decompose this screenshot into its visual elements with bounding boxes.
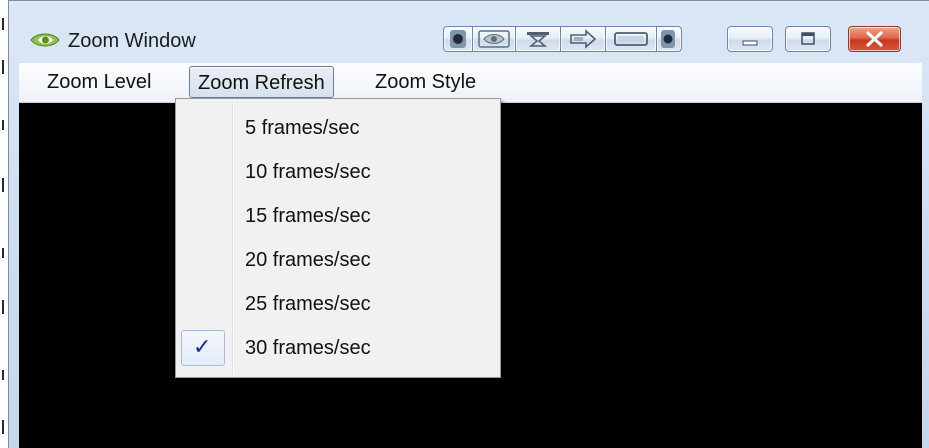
menu-zoom-refresh[interactable]: Zoom Refresh (189, 66, 334, 98)
screen: Zoom Window Zoom Level Zoom Refresh Zoom… (0, 0, 929, 448)
menu-option-25fps[interactable]: 25 frames/sec (178, 283, 498, 325)
menu-option-20fps[interactable]: 20 frames/sec (178, 239, 498, 281)
maximize-button[interactable] (785, 26, 831, 52)
checkmark-highlight: ✓ (181, 330, 225, 366)
window-frame-button[interactable] (605, 26, 657, 52)
zoom-refresh-dropdown: 5 frames/sec 10 frames/sec 15 frames/sec… (175, 98, 501, 378)
dot-button[interactable] (656, 26, 682, 52)
export-button[interactable] (560, 26, 606, 52)
menu-option-label: 5 frames/sec (245, 117, 360, 139)
desktop-edge (0, 0, 8, 448)
eye-button[interactable] (472, 26, 516, 52)
menu-option-label: 30 frames/sec (245, 337, 371, 359)
menu-option-30fps[interactable]: ✓ 30 frames/sec (178, 327, 498, 369)
window-title: Zoom Window (68, 30, 196, 52)
menu-option-label: 15 frames/sec (245, 205, 371, 227)
checkmark-icon: ✓ (193, 335, 212, 360)
menu-option-15fps[interactable]: 15 frames/sec (178, 195, 498, 237)
nvidia-eye-icon[interactable] (29, 29, 61, 51)
menu-option-label: 25 frames/sec (245, 293, 371, 315)
menu-zoom-style[interactable]: Zoom Style (367, 66, 484, 98)
menu-option-label: 20 frames/sec (245, 249, 371, 271)
menu-zoom-level[interactable]: Zoom Level (39, 66, 160, 98)
minimize-button[interactable] (727, 26, 773, 52)
menu-bar: Zoom Level Zoom Refresh Zoom Style (19, 63, 922, 103)
close-button[interactable] (848, 26, 901, 52)
menu-option-10fps[interactable]: 10 frames/sec (178, 151, 498, 193)
menu-option-5fps[interactable]: 5 frames/sec (178, 107, 498, 149)
title-bar[interactable]: Zoom Window (9, 1, 929, 63)
record-button[interactable] (443, 26, 473, 52)
pin-top-button[interactable] (515, 26, 561, 52)
menu-option-label: 10 frames/sec (245, 161, 371, 183)
